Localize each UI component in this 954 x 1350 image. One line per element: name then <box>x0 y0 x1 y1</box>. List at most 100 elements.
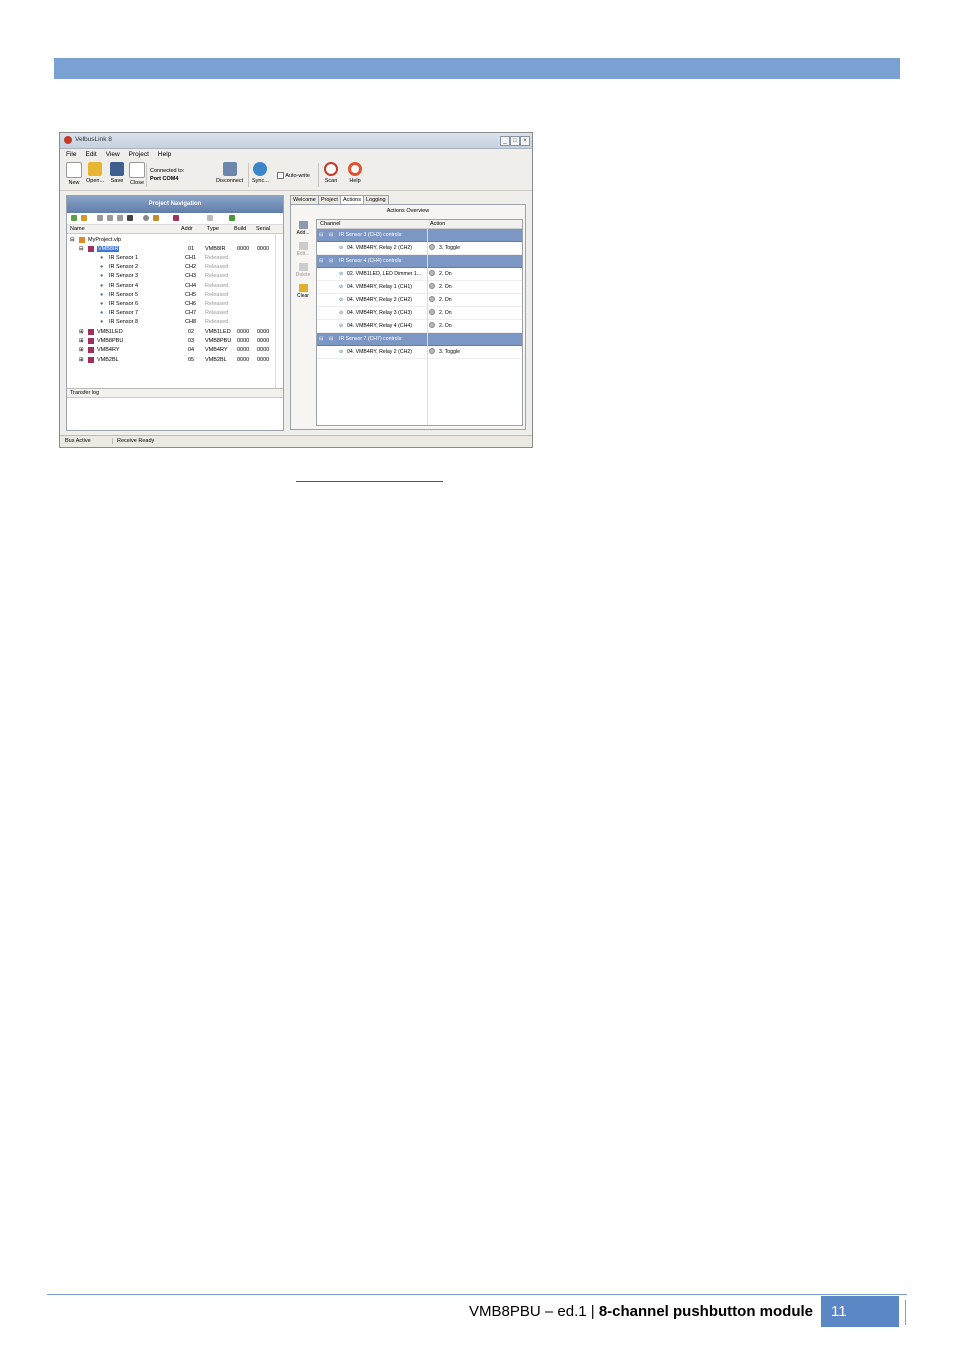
collapse-icon[interactable]: ⊟ <box>70 237 75 243</box>
expand-icon[interactable]: ⊞ <box>79 329 84 335</box>
expand-icon[interactable]: ⊞ <box>79 357 84 363</box>
tree-channel-row[interactable]: ● IR Sensor 5 CH5 Released <box>67 291 283 300</box>
menu-file[interactable]: File <box>66 149 76 160</box>
save-icon <box>110 162 124 176</box>
action-group-row[interactable]: ⊟ ⊟ IR Sensor 4 (CH4) controls: <box>317 255 522 268</box>
collapse-icon[interactable]: ⊟ <box>319 232 323 238</box>
copy-icon[interactable] <box>107 215 113 221</box>
clear-actions-button[interactable]: Clear <box>293 284 313 299</box>
action-item-row[interactable]: ⊘ 02. VMB1LED, LED Dimmer 1... 2. On <box>317 268 522 281</box>
delete-action-button[interactable]: Delete <box>293 263 313 278</box>
collapse-icon[interactable]: ⊟ <box>319 258 323 264</box>
minimize-button[interactable]: _ <box>500 136 510 146</box>
toolbar-separator <box>318 163 319 187</box>
footer-doc: VMB8PBU – ed.1 <box>469 1303 587 1320</box>
auto-write-checkbox[interactable] <box>277 172 284 179</box>
project-navigation-panel: Project Navigation Name Addr Type Build … <box>66 195 284 431</box>
broom-icon <box>298 284 308 292</box>
add-action-button[interactable]: Add... <box>293 221 313 236</box>
sync-icon <box>253 162 268 176</box>
edit-action-button[interactable]: Edit... <box>293 242 313 257</box>
add-module-icon[interactable] <box>71 215 77 221</box>
tree-channel-row[interactable]: ● IR Sensor 7 CH7 Released <box>67 309 283 318</box>
channel-icon: ● <box>100 301 104 307</box>
tree-project-row[interactable]: ⊟ MyProject.vlp <box>67 236 283 245</box>
tree-module-row[interactable]: ⊞ VMB4RY 04 VMB4RY 0000 0000 <box>67 346 283 355</box>
menu-view[interactable]: View <box>106 149 120 160</box>
tree-module-row[interactable]: ⊟ VMB8IR 01 VMB8IR 0000 0000 <box>67 245 283 254</box>
close-window-button[interactable]: × <box>520 136 530 146</box>
action-item-row[interactable]: ⊘ 04. VMB4RY, Relay 4 (CH4) 2. On <box>317 320 522 333</box>
delete-icon <box>298 263 308 271</box>
paste-icon[interactable] <box>117 215 123 221</box>
group-expand-icon[interactable]: ⊟ <box>329 336 333 342</box>
actions-panel: Actions Overview Add... Edit... Delete C… <box>290 204 526 430</box>
relay-icon: ⊘ <box>339 284 344 290</box>
help-button[interactable]: Help <box>348 162 362 184</box>
action-item-row[interactable]: ⊘ 04. VMB4RY, Relay 2 (CH2) 3. Toggle <box>317 346 522 359</box>
scan-button[interactable]: Scan <box>324 162 338 184</box>
menu-edit[interactable]: Edit <box>85 149 96 160</box>
app-icon <box>64 136 72 144</box>
find-icon[interactable] <box>127 215 133 221</box>
window-title: VelbusLink 8 <box>75 136 112 143</box>
hyperlink-underline[interactable] <box>296 481 443 482</box>
tree-channel-row[interactable]: ● IR Sensor 1 CH1 Released <box>67 254 283 263</box>
action-icon <box>429 244 435 250</box>
new-button[interactable]: New <box>66 162 82 186</box>
module-icon <box>88 329 94 335</box>
menu-project[interactable]: Project <box>129 149 149 160</box>
action-item-row[interactable]: ⊘ 04. VMB4RY, Relay 2 (CH2) 3. Toggle <box>317 242 522 255</box>
tree-scrollbar[interactable] <box>275 234 281 388</box>
wand-icon[interactable] <box>229 215 235 221</box>
action-item-row[interactable]: ⊘ 04. VMB4RY, Relay 1 (CH1) 2. On <box>317 281 522 294</box>
tree-channel-row[interactable]: ● IR Sensor 8 CH8 Released <box>67 318 283 327</box>
expand-icon[interactable]: ⊞ <box>79 338 84 344</box>
folder-open-icon <box>88 162 103 176</box>
module-icon <box>88 338 94 345</box>
tree-module-row[interactable]: ⊞ VMB8PBU 03 VMB8PBU 0000 0000 <box>67 337 283 346</box>
sync-button[interactable]: Sync... <box>252 162 269 184</box>
disconnect-button[interactable]: Disconnect <box>216 162 243 184</box>
tree-channel-row[interactable]: ● IR Sensor 3 CH3 Released <box>67 272 283 281</box>
action-icon <box>429 322 435 328</box>
relay-icon: ⊘ <box>339 349 344 355</box>
print-icon[interactable] <box>207 215 213 221</box>
footer-separator: | <box>590 1303 595 1320</box>
tools-icon[interactable] <box>153 215 159 221</box>
transfer-log-header: Transfer log <box>67 388 283 398</box>
action-item-row[interactable]: ⊘ 04. VMB4RY, Relay 3 (CH3) 2. On <box>317 307 522 320</box>
menu-help[interactable]: Help <box>158 149 171 160</box>
close-button[interactable]: Close <box>129 162 145 186</box>
grid-column-divider <box>427 229 428 425</box>
action-item-row[interactable]: ⊘ 04. VMB4RY, Relay 2 (CH2) 2. On <box>317 294 522 307</box>
tree-channel-row[interactable]: ● IR Sensor 2 CH2 Released <box>67 263 283 272</box>
auto-write-toggle[interactable]: Auto-write <box>277 172 310 179</box>
actions-grid: Channel Action ⊟ ⊟ IR Sensor 3 (CH3) contr… <box>316 219 523 426</box>
group-expand-icon[interactable]: ⊟ <box>329 232 333 238</box>
collapse-icon[interactable]: ⊟ <box>79 246 84 252</box>
tree-module-row[interactable]: ⊞ VMB1LED 02 VMB1LED 0000 0000 <box>67 328 283 337</box>
expand-icon[interactable]: ⊞ <box>79 347 84 353</box>
collapse-icon[interactable]: ⊟ <box>319 336 323 342</box>
channel-icon: ● <box>100 282 104 289</box>
maximize-button[interactable]: □ <box>510 136 520 146</box>
open-button[interactable]: Open... <box>86 162 104 184</box>
save-button[interactable]: Save <box>110 162 124 184</box>
settings-icon[interactable] <box>143 215 149 221</box>
action-group-row[interactable]: ⊟ ⊟ IR Sensor 3 (CH3) controls: <box>317 229 522 242</box>
actions-overview-title: Actions Overview <box>386 208 430 214</box>
module-icon[interactable] <box>173 215 179 221</box>
tree-module-row[interactable]: ⊞ VMB2BL 05 VMB2BL 0000 0000 <box>67 356 283 365</box>
page-number-box: 11 <box>821 1296 899 1327</box>
tree-channel-row[interactable]: ● IR Sensor 4 CH4 Released <box>67 282 283 291</box>
group-expand-icon[interactable]: ⊟ <box>329 258 333 264</box>
tree-channel-row[interactable]: ● IR Sensor 6 CH6 Released <box>67 300 283 309</box>
status-bar: Bus Active Receive Ready <box>60 435 532 447</box>
navigation-toolbar <box>67 213 283 225</box>
action-icon <box>429 270 435 276</box>
view-icon[interactable] <box>97 215 103 221</box>
edit-module-icon[interactable] <box>81 215 87 221</box>
channel-icon: ● <box>100 319 104 326</box>
action-group-row[interactable]: ⊟ ⊟ IR Sensor 7 (CH7) controls: <box>317 333 522 346</box>
